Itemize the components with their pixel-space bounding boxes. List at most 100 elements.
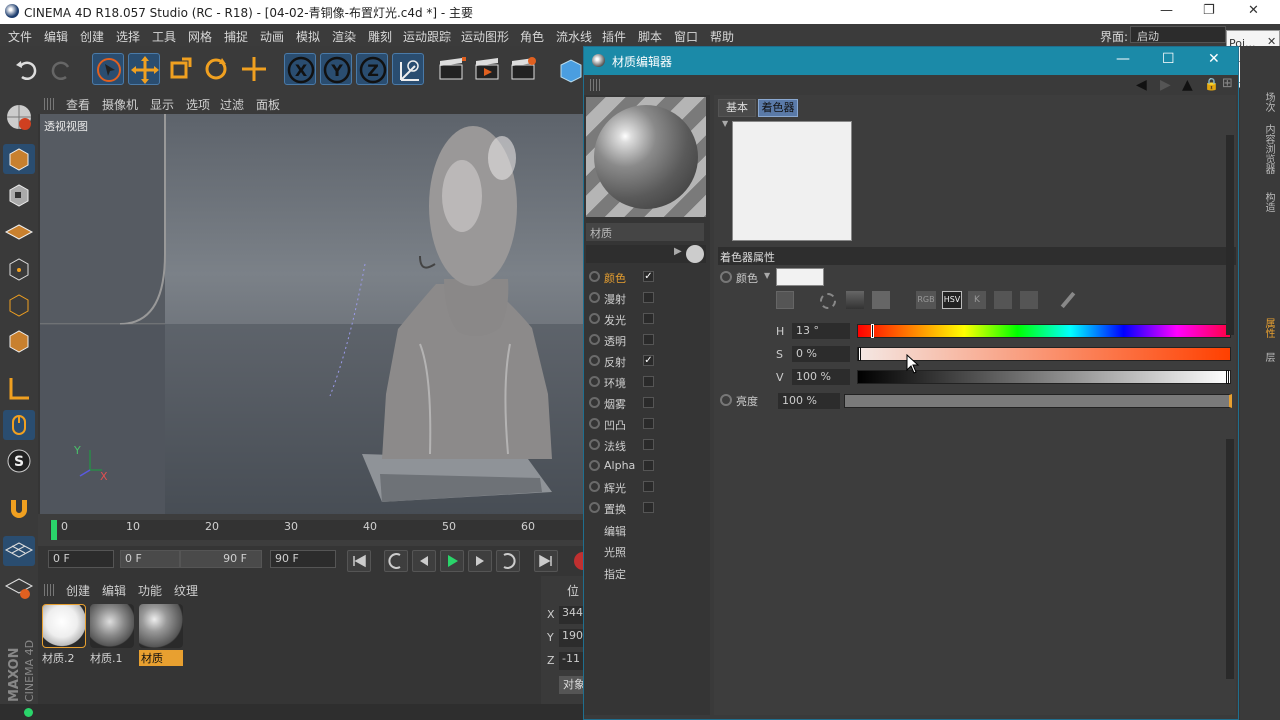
menu-item-animate[interactable]: 动画 xyxy=(260,28,284,45)
me-scrollbar-lower[interactable] xyxy=(1226,439,1234,679)
back-arrow-icon[interactable]: ◀ xyxy=(1136,77,1147,93)
channel-color[interactable]: 颜色 ✓ xyxy=(586,267,710,287)
eyedropper-icon[interactable] xyxy=(1060,291,1076,309)
play-button[interactable] xyxy=(440,550,464,572)
tab-shader[interactable]: 着色器 xyxy=(758,99,798,117)
menu-item-window[interactable]: 窗口 xyxy=(674,28,698,45)
channel-transparency[interactable]: 透明 xyxy=(586,330,710,350)
channel-checkbox[interactable] xyxy=(643,481,654,492)
viewport-menu-display[interactable]: 显示 xyxy=(150,96,174,113)
menu-item-help[interactable]: 帮助 xyxy=(710,28,734,45)
swatches-icon[interactable] xyxy=(1020,291,1038,309)
me-maximize-button[interactable]: ☐ xyxy=(1162,51,1175,67)
forward-arrow-icon[interactable]: ▶ xyxy=(1160,77,1171,93)
menu-item-motion-tracking[interactable]: 运动跟踪 xyxy=(403,28,451,45)
polygon-mode-button[interactable] xyxy=(3,326,35,356)
hue-slider[interactable] xyxy=(857,324,1231,338)
hsv-mode-button[interactable]: HSV xyxy=(942,291,962,309)
render-settings-button[interactable] xyxy=(508,53,540,85)
channel-normal[interactable]: 法线 xyxy=(586,435,710,455)
color-swatch[interactable] xyxy=(776,268,824,286)
channel-fog[interactable]: 烟雾 xyxy=(586,393,710,413)
new-panel-icon[interactable]: ⊞ xyxy=(1222,76,1233,91)
dock-tab-takes[interactable]: 场次 xyxy=(1256,92,1276,112)
viewport-menu-panel[interactable]: 面板 xyxy=(256,96,280,113)
menu-item-mesh[interactable]: 网格 xyxy=(188,28,212,45)
model-mode-button[interactable] xyxy=(3,144,35,174)
prev-key-button[interactable] xyxy=(384,550,408,572)
hue-slider-handle[interactable] xyxy=(871,324,874,338)
channel-luminance[interactable]: 发光 xyxy=(586,309,710,329)
dock-tab-content-browser[interactable]: 内容浏览器 xyxy=(1256,124,1276,174)
mixer-icon[interactable] xyxy=(994,291,1012,309)
material-name-field[interactable]: 材质 xyxy=(586,223,704,241)
go-to-end-button[interactable] xyxy=(534,550,558,572)
menu-item-render[interactable]: 渲染 xyxy=(332,28,356,45)
snap-button[interactable] xyxy=(3,492,35,522)
channel-environment[interactable]: 环境 xyxy=(586,372,710,392)
expand-arrow-icon[interactable]: ▶ xyxy=(674,246,682,257)
menu-item-sculpt[interactable]: 雕刻 xyxy=(368,28,392,45)
dock-tab-attributes[interactable]: 属性 xyxy=(1256,318,1276,338)
value-slider-handle[interactable] xyxy=(1226,370,1229,384)
workplane-mode-button[interactable] xyxy=(3,216,35,246)
z-axis-lock-button[interactable]: Z xyxy=(356,53,388,85)
rgb-mode-button[interactable]: RGB xyxy=(916,291,936,309)
me-item-illumination[interactable]: 光照 xyxy=(604,544,626,560)
eyedropper-square-icon[interactable] xyxy=(776,291,794,309)
channel-displacement[interactable]: 置换 xyxy=(586,498,710,518)
axis-mode-button[interactable] xyxy=(3,374,35,404)
material-editor-titlebar[interactable]: 材质编辑器 — ☐ ✕ xyxy=(584,47,1238,75)
channel-checkbox[interactable] xyxy=(643,313,654,324)
matmgr-menu-create[interactable]: 创建 xyxy=(66,582,90,599)
color-radio-icon[interactable] xyxy=(720,271,732,283)
cube-object-button[interactable] xyxy=(555,53,583,85)
spectrum-icon[interactable] xyxy=(846,291,864,309)
brightness-radio-icon[interactable] xyxy=(720,394,732,406)
menu-item-file[interactable]: 文件 xyxy=(8,28,32,45)
menu-item-script[interactable]: 脚本 xyxy=(638,28,662,45)
edge-mode-button[interactable] xyxy=(3,290,35,320)
dropdown-arrow-icon[interactable]: ▼ xyxy=(764,271,770,280)
channel-checkbox[interactable]: ✓ xyxy=(643,355,654,366)
matmgr-menu-edit[interactable]: 编辑 xyxy=(102,582,126,599)
playhead[interactable] xyxy=(51,520,57,540)
next-key-button[interactable] xyxy=(496,550,520,572)
move-tool-button[interactable] xyxy=(128,53,160,85)
h-field[interactable]: 13 ° xyxy=(792,323,850,339)
menu-item-pipeline[interactable]: 流水线 xyxy=(556,28,592,45)
brightness-field[interactable]: 100 % xyxy=(778,393,840,409)
make-editable-button[interactable] xyxy=(3,102,35,132)
lock-workplane-button[interactable] xyxy=(3,572,35,602)
channel-glow[interactable]: 辉光 xyxy=(586,477,710,497)
channel-checkbox[interactable]: ✓ xyxy=(643,271,654,282)
rotate-tool-button[interactable] xyxy=(200,53,232,85)
channel-diffusion[interactable]: 漫射 xyxy=(586,288,710,308)
x-axis-lock-button[interactable]: X xyxy=(284,53,316,85)
tab-basic[interactable]: 基本 xyxy=(718,99,756,117)
timeline[interactable]: 0 10 20 30 40 50 60 xyxy=(38,514,585,546)
perspective-viewport[interactable]: 透视视图 Y X xyxy=(40,114,585,514)
end-frame-field[interactable]: 90 F xyxy=(270,550,336,568)
channel-bump[interactable]: 凹凸 xyxy=(586,414,710,434)
me-item-editor[interactable]: 编辑 xyxy=(604,523,626,539)
menu-item-snap[interactable]: 捕捉 xyxy=(224,28,248,45)
collapse-arrow-icon[interactable]: ▼ xyxy=(722,119,728,128)
viewport-menu-view[interactable]: 查看 xyxy=(66,96,90,113)
render-picture-viewer-button[interactable] xyxy=(472,53,504,85)
channel-checkbox[interactable] xyxy=(643,376,654,387)
viewport-menu-camera[interactable]: 摄像机 xyxy=(102,96,138,113)
image-icon[interactable] xyxy=(872,291,890,309)
channel-checkbox[interactable] xyxy=(643,334,654,345)
channel-reflectance[interactable]: 反射 ✓ xyxy=(586,351,710,371)
redo-button[interactable] xyxy=(46,53,78,85)
go-to-start-button[interactable] xyxy=(347,550,371,572)
channel-checkbox[interactable] xyxy=(643,439,654,450)
me-minimize-button[interactable]: — xyxy=(1116,51,1130,67)
texture-mode-button[interactable] xyxy=(3,180,35,210)
viewport-menu-options[interactable]: 选项 xyxy=(186,96,210,113)
render-view-button[interactable] xyxy=(436,53,468,85)
point-mode-button[interactable] xyxy=(3,254,35,284)
menu-item-create[interactable]: 创建 xyxy=(80,28,104,45)
workplane-button[interactable] xyxy=(3,536,35,566)
